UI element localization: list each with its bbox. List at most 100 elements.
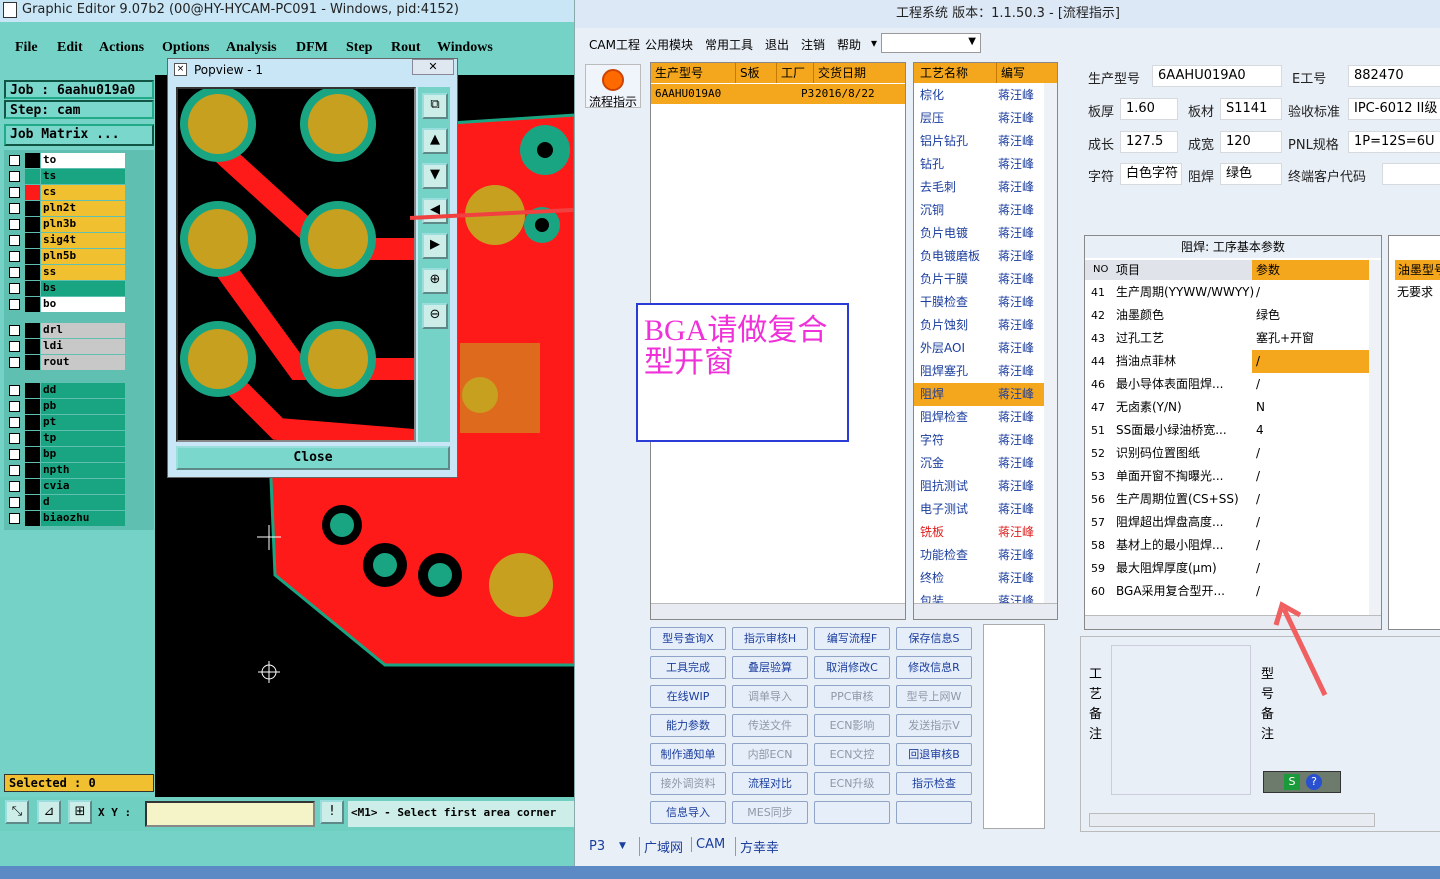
- list-item[interactable]: 阻焊塞孔 蒋汪峰: [914, 360, 1044, 383]
- char-field[interactable]: 白色字符: [1120, 163, 1182, 185]
- action-button[interactable]: 取消修改C: [814, 656, 890, 679]
- action-button[interactable]: 在线WIP: [650, 685, 726, 708]
- table-row[interactable]: 58 基材上的最小阻焊... /: [1085, 534, 1369, 557]
- col-s[interactable]: S板: [735, 63, 760, 83]
- list-item[interactable]: 干膜检查 蒋汪峰: [914, 291, 1044, 314]
- table-row[interactable]: 47 无卤素(Y/N) N: [1085, 396, 1369, 419]
- action-button[interactable]: 工具完成: [650, 656, 726, 679]
- layer-checkbox[interactable]: [9, 341, 20, 352]
- tab-cam[interactable]: CAM: [691, 837, 725, 852]
- layer-checkbox[interactable]: [9, 267, 20, 278]
- table-row[interactable]: 53 单面开窗不掏曝光... /: [1085, 465, 1369, 488]
- layer-row[interactable]: d: [4, 495, 125, 510]
- model-field[interactable]: 6AAHU019A0: [1152, 65, 1282, 87]
- action-button[interactable]: ECN升级: [814, 772, 890, 795]
- layer-checkbox[interactable]: [9, 251, 20, 262]
- table-row[interactable]: 56 生产周期位置(CS+SS) /: [1085, 488, 1369, 511]
- table-row[interactable]: 52 识别码位置图纸 /: [1085, 442, 1369, 465]
- col-no[interactable]: NO: [1093, 260, 1108, 280]
- layer-checkbox[interactable]: [9, 385, 20, 396]
- table-row[interactable]: 42 油墨颜色 绿色: [1085, 304, 1369, 327]
- tab-wan[interactable]: 广域网: [639, 837, 683, 856]
- action-button[interactable]: [814, 801, 890, 824]
- menu-windows[interactable]: Windows: [437, 40, 493, 56]
- horizontal-scrollbar[interactable]: [1089, 813, 1375, 827]
- ime-s-icon[interactable]: S: [1284, 774, 1300, 790]
- layer-row[interactable]: pt: [4, 415, 125, 430]
- ime-toolbar[interactable]: S ?: [1263, 771, 1341, 793]
- menu-step[interactable]: Step: [346, 40, 372, 56]
- layer-checkbox[interactable]: [9, 155, 20, 166]
- chevron-down-icon[interactable]: ▾: [871, 36, 877, 50]
- action-button[interactable]: 叠层验算: [732, 656, 808, 679]
- layer-row[interactable]: ts: [4, 169, 125, 184]
- zoom-fit-icon[interactable]: ⧉: [422, 93, 448, 119]
- action-button[interactable]: PPC审核: [814, 685, 890, 708]
- layer-row[interactable]: biaozhu: [4, 511, 125, 526]
- close-icon[interactable]: ✕: [412, 59, 454, 75]
- menu-combo[interactable]: ▼: [881, 33, 981, 53]
- layer-checkbox[interactable]: [9, 357, 20, 368]
- action-button[interactable]: 流程对比: [732, 772, 808, 795]
- layer-checkbox[interactable]: [9, 235, 20, 246]
- list-item[interactable]: 阻焊检查 蒋汪峰: [914, 406, 1044, 429]
- action-button[interactable]: 保存信息S: [896, 627, 972, 650]
- list-item[interactable]: 钻孔 蒋汪峰: [914, 153, 1044, 176]
- close-button[interactable]: Close: [176, 446, 450, 470]
- list-item[interactable]: 阻抗测试 蒋汪峰: [914, 475, 1044, 498]
- table-row[interactable]: 41 生产周期(YYWW/WWYY) /: [1085, 281, 1369, 304]
- menu-logout[interactable]: 注销: [801, 36, 825, 53]
- eno-field[interactable]: 882470: [1348, 65, 1440, 87]
- action-button[interactable]: ECN影响: [814, 714, 890, 737]
- list-item[interactable]: 负片干膜 蒋汪峰: [914, 268, 1044, 291]
- layer-row[interactable]: bo: [4, 297, 125, 312]
- layer-row[interactable]: bp: [4, 447, 125, 462]
- layer-checkbox[interactable]: [9, 433, 20, 444]
- standard-field[interactable]: IPC-6012 II级: [1348, 98, 1440, 120]
- col-item[interactable]: 项目: [1116, 260, 1140, 280]
- popview-canvas[interactable]: [176, 87, 416, 442]
- layer-row[interactable]: ldi: [4, 339, 125, 354]
- action-button[interactable]: ECN文控: [814, 743, 890, 766]
- col-writer[interactable]: 编写: [996, 63, 1025, 83]
- table-row[interactable]: 57 阻焊超出焊盘高度... /: [1085, 511, 1369, 534]
- layer-checkbox[interactable]: [9, 187, 20, 198]
- soldermask-field[interactable]: 绿色: [1220, 163, 1282, 185]
- menu-tools[interactable]: 常用工具: [705, 36, 753, 53]
- layer-checkbox[interactable]: [9, 219, 20, 230]
- table-row[interactable]: 44 挡油点菲林 /: [1085, 350, 1369, 373]
- list-item[interactable]: 字符 蒋汪峰: [914, 429, 1044, 452]
- thickness-field[interactable]: 1.60: [1120, 98, 1178, 120]
- action-button[interactable]: 指示检查: [896, 772, 972, 795]
- col-date[interactable]: 交货日期: [813, 63, 866, 83]
- action-button[interactable]: 指示审核H: [732, 627, 808, 650]
- menu-dfm[interactable]: DFM: [296, 40, 328, 56]
- list-item[interactable]: 负片蚀刻 蒋汪峰: [914, 314, 1044, 337]
- list-item[interactable]: 铣板 蒋汪峰: [914, 521, 1044, 544]
- zoom-out-icon[interactable]: ⊖: [422, 303, 448, 329]
- pan-down-icon[interactable]: ▼: [422, 163, 448, 189]
- layer-row[interactable]: to: [4, 153, 125, 168]
- vertical-scrollbar[interactable]: [1044, 83, 1057, 603]
- measure-tool-icon[interactable]: ⊿: [37, 800, 61, 824]
- alert-icon[interactable]: !: [320, 800, 344, 824]
- pnl-field[interactable]: 1P=12S=6U: [1348, 131, 1440, 153]
- layer-checkbox[interactable]: [9, 417, 20, 428]
- action-button[interactable]: 制作通知单: [650, 743, 726, 766]
- layer-row[interactable]: tp: [4, 431, 125, 446]
- layer-checkbox[interactable]: [9, 465, 20, 476]
- menu-help[interactable]: 帮助: [837, 36, 861, 53]
- layer-row[interactable]: rout: [4, 355, 125, 370]
- help-icon[interactable]: ?: [1306, 774, 1322, 790]
- action-button[interactable]: 信息导入: [650, 801, 726, 824]
- chevron-down-icon[interactable]: ▼: [619, 841, 626, 851]
- col-model[interactable]: 生产型号: [651, 63, 703, 83]
- layer-row[interactable]: pln5b: [4, 249, 125, 264]
- layer-row[interactable]: drl: [4, 323, 125, 338]
- menu-cam[interactable]: CAM工程: [589, 36, 640, 53]
- table-row[interactable]: 46 最小导体表面阻焊... /: [1085, 373, 1369, 396]
- flow-indicator-button[interactable]: 流程指示: [585, 64, 641, 109]
- action-button[interactable]: 传送文件: [732, 714, 808, 737]
- list-item[interactable]: 功能检查 蒋汪峰: [914, 544, 1044, 567]
- action-button[interactable]: [896, 801, 972, 824]
